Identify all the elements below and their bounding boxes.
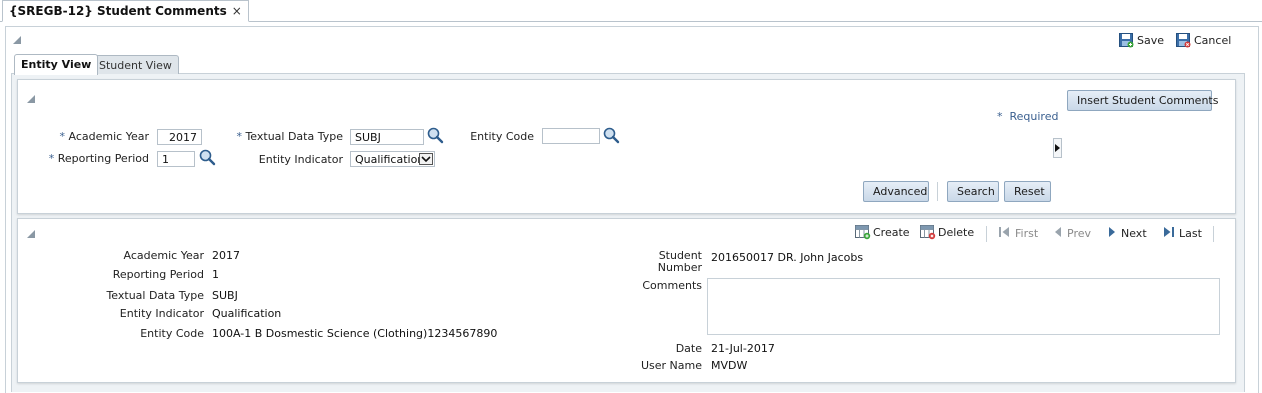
required-legend: * Required xyxy=(997,110,1059,123)
academic-year-label: * Academic Year xyxy=(59,130,149,143)
divider xyxy=(986,226,987,242)
textual-data-type-label: * Textual Data Type xyxy=(236,130,343,143)
record-textual-data-type-value: SUBJ xyxy=(212,289,238,302)
insert-student-comments-button[interactable]: Insert Student Comments xyxy=(1067,90,1218,111)
tab-entity-view[interactable]: Entity View xyxy=(14,54,99,75)
record-academic-year-value: 2017 xyxy=(212,249,240,262)
reset-button[interactable]: Reset xyxy=(1004,181,1051,202)
cancel-label: Cancel xyxy=(1194,33,1232,47)
record-entity-code-value: 100A-1 B Dosmestic Science (Clothing)123… xyxy=(212,327,498,340)
comments-textarea[interactable] xyxy=(707,278,1220,335)
record-reporting-period-value: 1 xyxy=(212,268,219,281)
reporting-period-input[interactable]: 1 xyxy=(157,151,195,167)
record-academic-year-label: Academic Year xyxy=(123,249,204,262)
textual-data-type-input[interactable]: SUBJ xyxy=(350,129,424,145)
next-button[interactable]: Next xyxy=(1107,226,1147,241)
record-date-label: Date xyxy=(675,342,702,355)
close-icon[interactable]: × xyxy=(232,4,242,18)
record-entity-code-label: Entity Code xyxy=(140,327,204,340)
create-icon xyxy=(855,225,871,240)
search-icon[interactable] xyxy=(427,127,444,147)
record-date-value: 21-Jul-2017 xyxy=(711,342,775,355)
search-icon[interactable] xyxy=(199,149,216,169)
first-icon xyxy=(998,226,1011,241)
record-textual-data-type-label: Textual Data Type xyxy=(106,289,204,302)
first-button[interactable]: First xyxy=(998,226,1038,241)
prev-button[interactable]: Prev xyxy=(1053,226,1091,241)
record-user-name-value: MVDW xyxy=(711,359,748,372)
academic-year-input[interactable]: 2017 xyxy=(157,129,202,145)
record-entity-indicator-label: Entity Indicator xyxy=(119,307,204,320)
cancel-icon xyxy=(1176,33,1191,48)
create-button[interactable]: Create xyxy=(855,225,910,240)
chevron-down-icon xyxy=(419,153,433,165)
record-user-name-label: User Name xyxy=(640,359,702,372)
delete-icon xyxy=(920,225,936,240)
entity-indicator-select[interactable]: Qualification xyxy=(350,151,435,167)
reporting-period-label: * Reporting Period xyxy=(48,152,149,165)
last-button[interactable]: Last xyxy=(1162,226,1202,241)
tab-student-view[interactable]: Student View xyxy=(92,55,179,74)
expand-panel-handle[interactable] xyxy=(1053,138,1062,158)
divider xyxy=(1213,226,1214,242)
record-entity-indicator-value: Qualification xyxy=(212,307,282,320)
record-student-number-value: 201650017 DR. John Jacobs xyxy=(711,251,864,264)
prev-icon xyxy=(1053,226,1063,241)
search-icon[interactable] xyxy=(603,127,620,147)
save-icon xyxy=(1119,33,1134,48)
entity-code-label: Entity Code xyxy=(470,130,534,143)
collapse-search-icon[interactable] xyxy=(27,95,35,103)
search-button[interactable]: Search xyxy=(947,181,999,202)
collapse-record-icon[interactable] xyxy=(27,230,35,238)
document-tab-title: {SREGB-12} Student Comments xyxy=(9,4,227,18)
divider xyxy=(937,182,938,201)
next-icon xyxy=(1107,226,1117,241)
entity-indicator-label: Entity Indicator xyxy=(258,153,343,166)
record-reporting-period-label: Reporting Period xyxy=(112,268,204,281)
cancel-button[interactable]: Cancel xyxy=(1176,33,1232,48)
save-button[interactable]: Save xyxy=(1119,33,1165,48)
document-tab[interactable]: {SREGB-12} Student Comments × xyxy=(2,0,249,22)
advanced-button[interactable]: Advanced xyxy=(863,181,929,202)
last-icon xyxy=(1162,226,1175,241)
save-label: Save xyxy=(1137,33,1165,47)
delete-button[interactable]: Delete xyxy=(920,225,974,240)
record-comments-label: Comments xyxy=(642,279,702,292)
collapse-region-icon[interactable] xyxy=(13,36,21,44)
entity-code-input[interactable] xyxy=(542,128,600,144)
record-student-number-label: Student Number xyxy=(657,249,702,274)
